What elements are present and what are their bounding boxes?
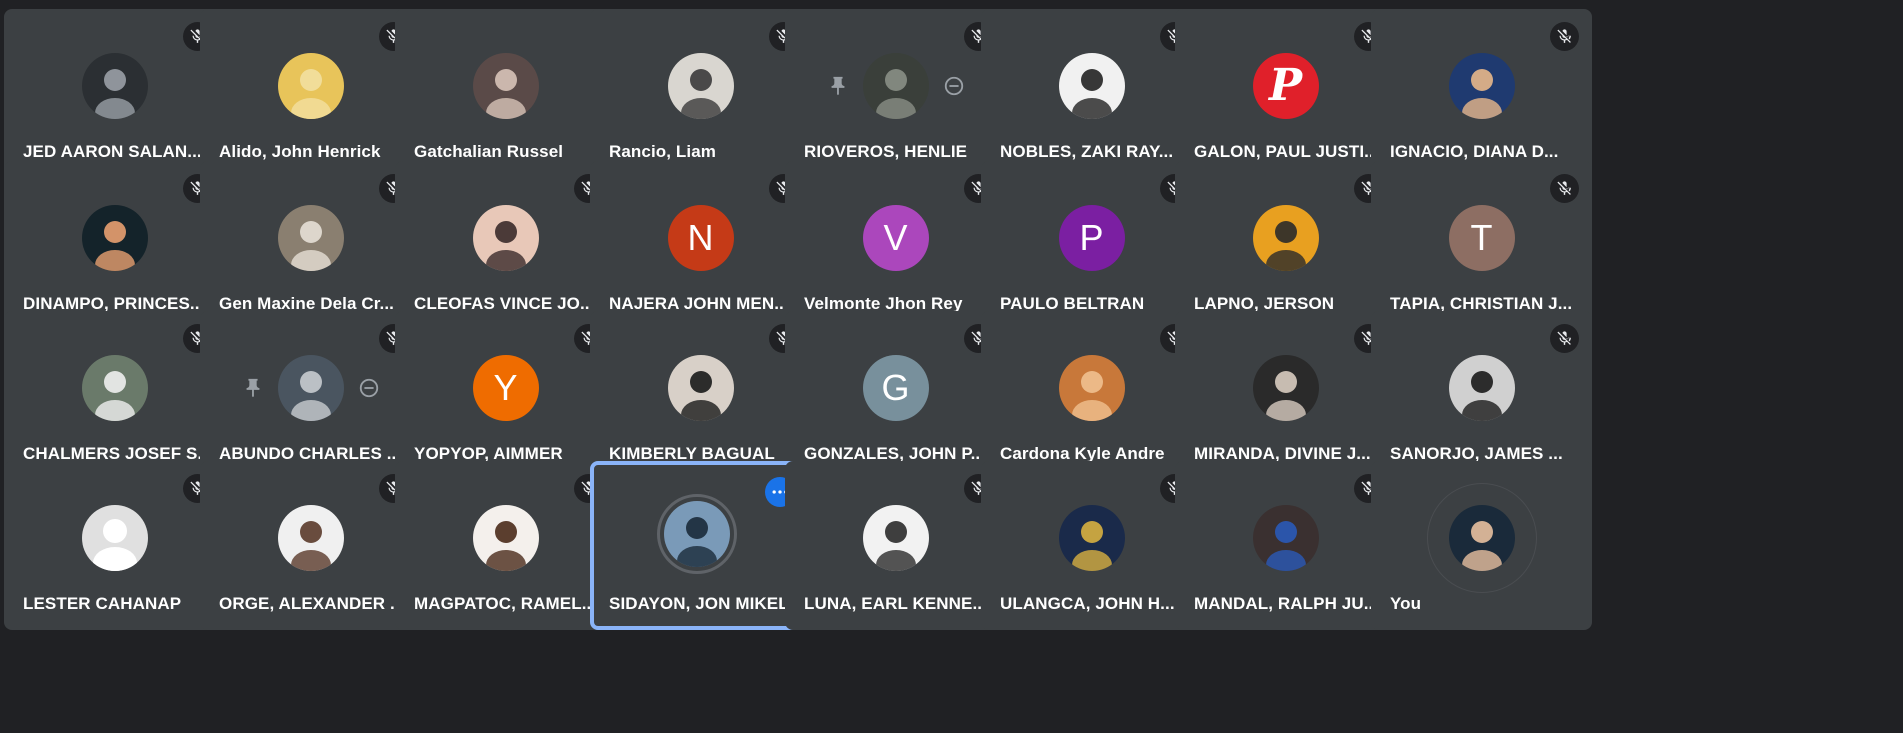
remove-icon[interactable] [940, 72, 968, 100]
participant-name: LESTER CAHANAP [23, 594, 182, 613]
avatar: T [1448, 204, 1515, 271]
participant-tile[interactable]: Cardona Kyle Andre [981, 311, 1202, 480]
participant-name: ULANGCA, JOHN H... [1000, 594, 1175, 613]
participant-name: IGNACIO, DIANA D... [1390, 142, 1559, 161]
mic-off-icon [1557, 181, 1571, 195]
avatar: V [862, 204, 929, 271]
avatar [862, 504, 929, 571]
participant-tile[interactable]: ULANGCA, JOHN H... [981, 461, 1202, 630]
avatar [667, 354, 734, 421]
pin-icon[interactable] [239, 374, 267, 402]
participant-name: Alido, John Henrick [219, 142, 381, 161]
participant-tile[interactable]: V Velmonte Jhon Rey [785, 161, 1006, 330]
participant-name: SIDAYON, JON MIKEL [609, 594, 789, 613]
avatar [1252, 504, 1319, 571]
participant-name: GALON, PAUL JUSTI... [1194, 142, 1379, 161]
avatar: P [1252, 52, 1319, 119]
participant-grid: JED AARON SALAN... Alido, John Henrick Gat… [0, 0, 1903, 733]
pin-icon [831, 76, 844, 95]
avatar: Y [472, 354, 539, 421]
participant-tile[interactable]: You [1371, 461, 1592, 630]
participant-name: JED AARON SALAN... [23, 142, 202, 161]
remove-icon [359, 378, 378, 397]
mic-off-icon [1557, 29, 1571, 43]
participant-name: Gatchalian Russel [414, 142, 564, 161]
participant-tile[interactable]: N NAJERA JOHN MEN... [590, 161, 811, 330]
remove-icon [944, 76, 963, 95]
avatar [1448, 504, 1515, 571]
participant-tile[interactable]: SIDAYON, JON MIKEL [590, 461, 811, 630]
participant-tile[interactable]: SANORJO, JAMES ... [1371, 311, 1592, 480]
participant-tile[interactable]: LESTER CAHANAP [4, 461, 225, 630]
avatar [277, 204, 344, 271]
avatar [1448, 354, 1515, 421]
avatar [81, 354, 148, 421]
remove-icon[interactable] [355, 374, 383, 402]
participant-tile[interactable]: NOBLES, ZAKI RAY... [981, 9, 1202, 178]
avatar [81, 204, 148, 271]
mic-off-icon [1550, 174, 1579, 203]
avatar [277, 52, 344, 119]
participant-tile[interactable]: ABUNDO CHARLES ... [200, 311, 421, 480]
participant-tile[interactable]: KIMBERLY BAGUAL [590, 311, 811, 480]
participant-tile[interactable]: IGNACIO, DIANA D... [1371, 9, 1592, 178]
participant-tile[interactable]: Alido, John Henrick [200, 9, 421, 178]
participant-tile[interactable]: JED AARON SALAN... [4, 9, 225, 178]
avatar [862, 52, 929, 119]
participant-name: You [1390, 594, 1422, 613]
participant-tile[interactable]: RIOVEROS, HENLIE [785, 9, 1006, 178]
participant-tile[interactable]: LUNA, EARL KENNE... [785, 461, 1006, 630]
participant-tile[interactable]: CHALMERS JOSEF S... [4, 311, 225, 480]
avatar [1252, 204, 1319, 271]
participant-tile[interactable]: P PAULO BELTRAN [981, 161, 1202, 330]
participant-name: NOBLES, ZAKI RAY... [1000, 142, 1174, 161]
participant-name: MANDAL, RALPH JU... [1194, 594, 1379, 613]
participant-name: LUNA, EARL KENNE... [804, 594, 987, 613]
participant-tile[interactable]: MANDAL, RALPH JU... [1175, 461, 1396, 630]
participant-tile[interactable]: CLEOFAS VINCE JO... [395, 161, 616, 330]
avatar [1252, 354, 1319, 421]
participant-name: Rancio, Liam [609, 142, 717, 161]
participant-name: RIOVEROS, HENLIE [804, 142, 968, 161]
avatar [663, 500, 730, 567]
participant-tile[interactable]: MIRANDA, DIVINE J... [1175, 311, 1396, 480]
pin-icon [246, 378, 259, 397]
avatar [1058, 52, 1125, 119]
avatar [472, 52, 539, 119]
participant-name: MAGPATOC, RAMEL... [414, 594, 597, 613]
participant-tile[interactable]: Gen Maxine Dela Cr... [200, 161, 421, 330]
avatar [1058, 354, 1125, 421]
avatar: N [667, 204, 734, 271]
participant-tile[interactable]: MAGPATOC, RAMEL... [395, 461, 616, 630]
participant-name: ORGE, ALEXANDER ... [219, 594, 405, 613]
avatar [277, 504, 344, 571]
avatar [81, 52, 148, 119]
participant-tile[interactable]: G GONZALES, JOHN P... [785, 311, 1006, 480]
avatar [1058, 504, 1125, 571]
avatar: G [862, 354, 929, 421]
mic-off-icon [1550, 22, 1579, 51]
avatar: P [1058, 204, 1125, 271]
avatar [667, 52, 734, 119]
avatar [1448, 52, 1515, 119]
participant-tile[interactable]: P GALON, PAUL JUSTI... [1175, 9, 1396, 178]
participant-tile[interactable]: T TAPIA, CHRISTIAN J... [1371, 161, 1592, 330]
participant-tile[interactable]: Gatchalian Russel [395, 9, 616, 178]
participant-tile[interactable]: Y YOPYOP, AIMMER [395, 311, 616, 480]
avatar [472, 504, 539, 571]
participant-tile[interactable]: ORGE, ALEXANDER ... [200, 461, 421, 630]
participant-tile[interactable]: LAPNO, JERSON [1175, 161, 1396, 330]
mic-off-icon [1550, 324, 1579, 353]
participant-tile[interactable]: Rancio, Liam [590, 9, 811, 178]
mic-off-icon [1557, 331, 1571, 345]
avatar [81, 504, 148, 571]
avatar [277, 354, 344, 421]
pin-icon[interactable] [824, 72, 852, 100]
avatar [472, 204, 539, 271]
participant-tile[interactable]: DINAMPO, PRINCES... [4, 161, 225, 330]
